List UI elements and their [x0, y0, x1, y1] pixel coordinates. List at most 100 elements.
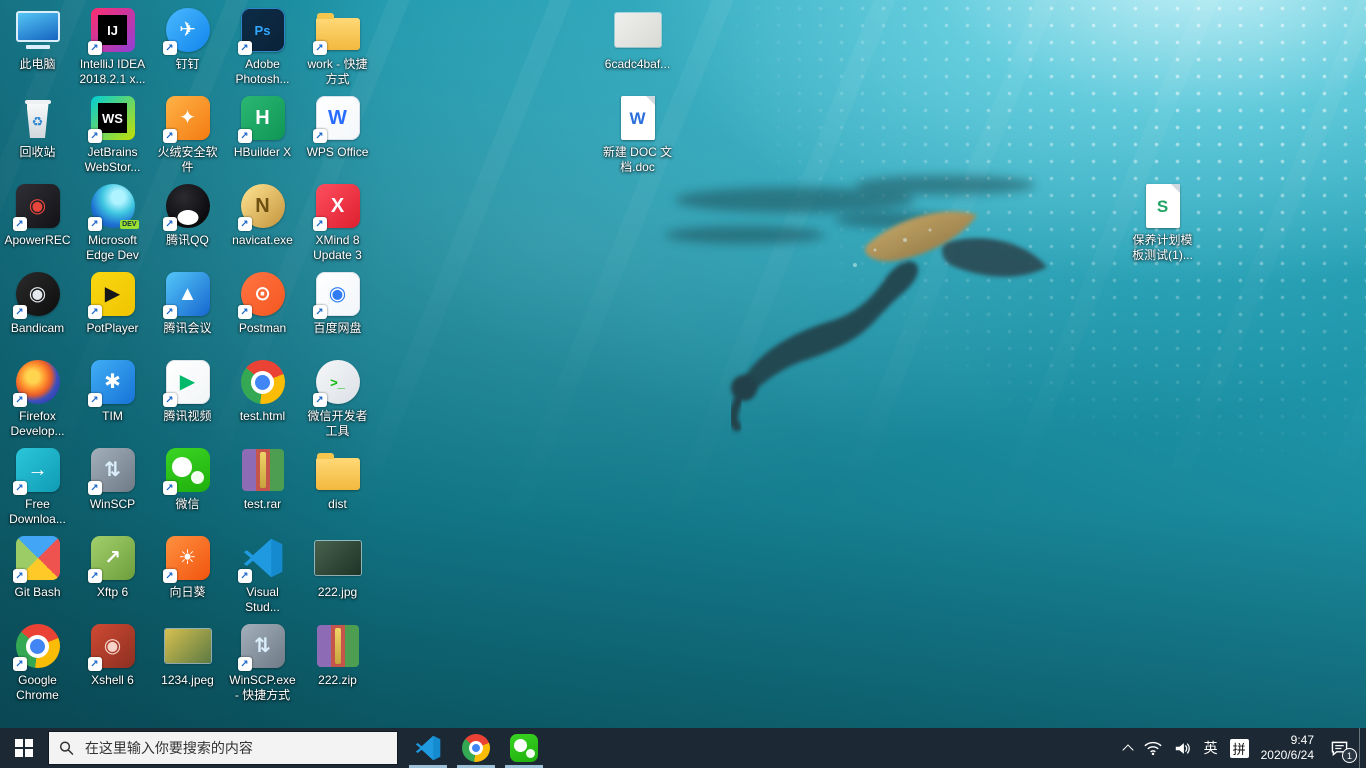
desktop-icon-test-html[interactable]: test.html [225, 352, 300, 440]
icon-label: 此电脑 [19, 57, 55, 72]
icon-label: XMind 8Update 3 [313, 233, 362, 262]
desktop-icon-winscp[interactable]: ⇅↗WinSCP [75, 440, 150, 528]
show-hidden-icons-button[interactable] [1118, 728, 1138, 768]
icon-label: WPS Office [307, 145, 369, 160]
icon-label: 1234.jpeg [161, 673, 214, 688]
desktop-icon-tim[interactable]: ✱↗TIM [75, 352, 150, 440]
shortcut-arrow-icon: ↗ [163, 305, 177, 319]
desktop-icon-wps-office[interactable]: W↗WPS Office [300, 88, 375, 176]
desktop-icon-hbuilder-x[interactable]: H↗HBuilder X [225, 88, 300, 176]
volume-button[interactable] [1168, 728, 1198, 768]
wifi-button[interactable] [1138, 728, 1168, 768]
icon-label: VisualStud... [245, 585, 280, 614]
desktop-icon-wechat-devtools[interactable]: >_↗微信开发者工具 [300, 352, 375, 440]
desktop-icon-tencent-video[interactable]: ▶↗腾讯视频 [150, 352, 225, 440]
desktop-icon-git-bash[interactable]: ↗Git Bash [0, 528, 75, 616]
chrome-taskbar-icon [461, 733, 491, 763]
volume-icon [1174, 741, 1192, 756]
icon-art: ↗ [15, 623, 61, 669]
vscode-icon [414, 734, 442, 762]
desktop-icon-photo-1234-jpeg[interactable]: 1234.jpeg [150, 616, 225, 704]
desktop-icon-winscp-exe-shortcut[interactable]: ⇅↗WinSCP.exe- 快捷方式 [225, 616, 300, 704]
desktop-icon-apowerrec[interactable]: ◉↗ApowerREC [0, 176, 75, 264]
desktop-icon-xmind-8[interactable]: X↗XMind 8Update 3 [300, 176, 375, 264]
icon-art: IJ↗ [90, 7, 136, 53]
desktop-icon-tencent-meeting[interactable]: ▲↗腾讯会议 [150, 264, 225, 352]
icon-art: ▲↗ [165, 271, 211, 317]
desktop-icon-xftp-6[interactable]: ↗↗Xftp 6 [75, 528, 150, 616]
show-desktop-button[interactable] [1359, 728, 1366, 768]
desktop-icon-baidu-netdisk[interactable]: ◉↗百度网盘 [300, 264, 375, 352]
ime-language-indicator[interactable]: 英 [1198, 728, 1224, 768]
icon-art: →↗ [15, 447, 61, 493]
icon-art: Ps↗ [240, 7, 286, 53]
shortcut-arrow-icon: ↗ [238, 305, 252, 319]
icon-label: 222.jpg [318, 585, 357, 600]
desktop-icon-test-rar[interactable]: test.rar [225, 440, 300, 528]
shortcut-arrow-icon: ↗ [238, 129, 252, 143]
icon-art: ☀↗ [165, 535, 211, 581]
desktop-icon-bandicam[interactable]: ◉↗Bandicam [0, 264, 75, 352]
desktop-icon-new-doc-file[interactable]: W新建 DOC 文档.doc [600, 88, 675, 176]
desktop-icon-sunflower-remote[interactable]: ☀↗ 向日葵 [150, 528, 225, 616]
search-input[interactable] [83, 739, 387, 757]
desktop-icon-wechat[interactable]: ↗微信 [150, 440, 225, 528]
icon-label: JetBrainsWebStor... [85, 145, 141, 174]
clock-date: 2020/6/24 [1261, 748, 1314, 763]
icon-label: 向日葵 [169, 585, 205, 600]
desktop-icon-jetbrains-webstorm[interactable]: WS↗JetBrainsWebStor... [75, 88, 150, 176]
icon-art [240, 359, 286, 405]
desktop-icon-tencent-qq[interactable]: ↗腾讯QQ [150, 176, 225, 264]
notification-center-button[interactable]: 1 [1320, 728, 1359, 768]
desktop-icon-postman[interactable]: ⊙↗Postman [225, 264, 300, 352]
desktop-icon-file-6cadc4baf[interactable]: 6cadc4baf... [600, 0, 675, 88]
shortcut-arrow-icon: ↗ [313, 305, 327, 319]
icon-art: >_↗ [315, 359, 361, 405]
icon-art [315, 535, 361, 581]
desktop-icon-wps-spreadsheet-file[interactable]: S保养计划模板测试(1)... [1125, 176, 1200, 264]
shortcut-arrow-icon: ↗ [88, 393, 102, 407]
icon-art: ▶↗ [165, 359, 211, 405]
ime-mode-indicator[interactable]: 拼 [1224, 728, 1255, 768]
wifi-icon [1144, 741, 1162, 756]
desktop-icon-potplayer[interactable]: ▶↗ PotPlayer [75, 264, 150, 352]
icon-label: HBuilder X [234, 145, 291, 160]
desktop-icon-archive-222-zip[interactable]: 222.zip [300, 616, 375, 704]
desktop-icon-google-chrome[interactable]: ↗GoogleChrome [0, 616, 75, 704]
icon-art: ↗ [165, 183, 211, 229]
ime-mode-label: 拼 [1230, 739, 1249, 758]
icon-art: ↗ [15, 535, 61, 581]
icon-art: ▶↗ [90, 271, 136, 317]
shortcut-arrow-icon: ↗ [88, 305, 102, 319]
icon-label: dist [328, 497, 347, 512]
taskbar-search[interactable] [48, 731, 398, 765]
desktop-icon-dist-folder[interactable]: dist [300, 440, 375, 528]
desktop-icon-adobe-photoshop[interactable]: Ps↗AdobePhotosh... [225, 0, 300, 88]
desktop-icon-work-folder-shortcut[interactable]: ↗work - 快捷方式 [300, 0, 375, 88]
desktop-icon-huorong-security[interactable]: ✦↗火绒安全软件 [150, 88, 225, 176]
desktop-icon-intellij-idea[interactable]: IJ↗IntelliJ IDEA2018.2.1 x... [75, 0, 150, 88]
desktop-icon-free-download-manager[interactable]: →↗FreeDownloa... [0, 440, 75, 528]
desktop-icon-navicat[interactable]: N↗navicat.exe [225, 176, 300, 264]
desktop-icon-microsoft-edge-dev[interactable]: DEV↗MicrosoftEdge Dev [75, 176, 150, 264]
photo-222-jpg-icon [315, 541, 361, 575]
desktop-icon-xshell-6[interactable]: ◉↗Xshell 6 [75, 616, 150, 704]
desktop-icon-visual-studio-code[interactable]: ↗VisualStud... [225, 528, 300, 616]
icon-label: PotPlayer [86, 321, 138, 336]
desktop-icon-this-pc[interactable]: 此电脑 [0, 0, 75, 88]
windows-logo-icon [15, 739, 33, 757]
taskbar-clock[interactable]: 9:47 2020/6/24 [1255, 728, 1320, 768]
taskbar-app-vscode[interactable] [404, 728, 452, 768]
desktop-icon-dingtalk[interactable]: ✈↗钉钉 [150, 0, 225, 88]
desktop-icon-recycle-bin[interactable]: ♻回收站 [0, 88, 75, 176]
desktop-icon-photo-222-jpg[interactable]: 222.jpg [300, 528, 375, 616]
desktop-icon-firefox-developer[interactable]: ↗FirefoxDevelop... [0, 352, 75, 440]
icon-art [15, 7, 61, 53]
icon-art: ✦↗ [165, 95, 211, 141]
icon-art: ⊙↗ [240, 271, 286, 317]
shortcut-arrow-icon: ↗ [13, 217, 27, 231]
start-button[interactable] [0, 728, 48, 768]
taskbar-app-wechat[interactable] [500, 728, 548, 768]
shortcut-arrow-icon: ↗ [163, 41, 177, 55]
taskbar-app-chrome[interactable] [452, 728, 500, 768]
